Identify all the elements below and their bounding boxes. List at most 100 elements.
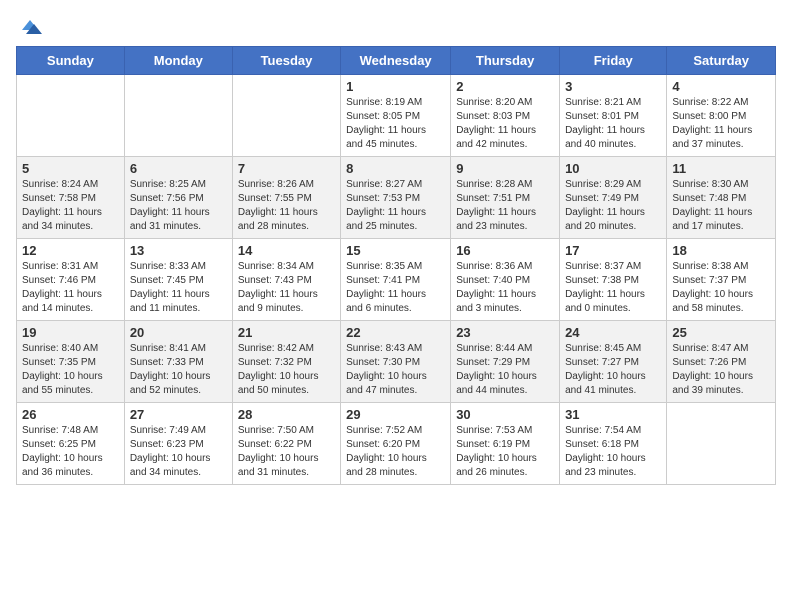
day-number: 15 — [346, 243, 445, 258]
weekday-header-row: SundayMondayTuesdayWednesdayThursdayFrid… — [17, 47, 776, 75]
day-number: 3 — [565, 79, 661, 94]
day-number: 27 — [130, 407, 227, 422]
day-info: Sunrise: 8:42 AMSunset: 7:32 PMDaylight:… — [238, 342, 335, 398]
logo — [16, 16, 48, 38]
day-info: Sunrise: 8:33 AMSunset: 7:45 PMDaylight:… — [130, 260, 227, 316]
day-info: Sunrise: 8:19 AMSunset: 8:05 PMDaylight:… — [346, 96, 445, 152]
calendar-cell: 31 Sunrise: 7:54 AMSunset: 6:18 PMDayligh… — [560, 403, 667, 485]
calendar-cell: 22 Sunrise: 8:43 AMSunset: 7:30 PMDayligh… — [341, 321, 451, 403]
day-info: Sunrise: 8:41 AMSunset: 7:33 PMDaylight:… — [130, 342, 227, 398]
calendar-cell: 23 Sunrise: 8:44 AMSunset: 7:29 PMDayligh… — [451, 321, 560, 403]
day-number: 29 — [346, 407, 445, 422]
day-number: 10 — [565, 161, 661, 176]
calendar-cell: 13 Sunrise: 8:33 AMSunset: 7:45 PMDayligh… — [124, 239, 232, 321]
calendar-cell: 25Sunrise: 8:47 AMSunset: 7:26 PMDayligh… — [667, 321, 776, 403]
day-info: Sunrise: 7:54 AMSunset: 6:18 PMDaylight:… — [565, 424, 661, 480]
logo-icon — [16, 16, 44, 38]
day-info: Sunrise: 8:44 AMSunset: 7:29 PMDaylight:… — [456, 342, 554, 398]
calendar-cell: 30 Sunrise: 7:53 AMSunset: 6:19 PMDayligh… — [451, 403, 560, 485]
day-info: Sunrise: 8:40 AMSunset: 7:35 PMDaylight:… — [22, 342, 119, 398]
day-number: 11 — [672, 161, 770, 176]
calendar-cell — [232, 75, 340, 157]
day-number: 16 — [456, 243, 554, 258]
calendar-cell: 6Sunrise: 8:25 AMSunset: 7:56 PMDaylight… — [124, 157, 232, 239]
calendar-week-2: 5Sunrise: 8:24 AMSunset: 7:58 PMDaylight… — [17, 157, 776, 239]
weekday-header-monday: Monday — [124, 47, 232, 75]
day-info: Sunrise: 7:49 AMSunset: 6:23 PMDaylight:… — [130, 424, 227, 480]
calendar-cell: 10 Sunrise: 8:29 AMSunset: 7:49 PMDayligh… — [560, 157, 667, 239]
day-number: 17 — [565, 243, 661, 258]
calendar-cell: 20 Sunrise: 8:41 AMSunset: 7:33 PMDayligh… — [124, 321, 232, 403]
day-number: 20 — [130, 325, 227, 340]
calendar-cell: 14 Sunrise: 8:34 AMSunset: 7:43 PMDayligh… — [232, 239, 340, 321]
calendar-week-4: 19 Sunrise: 8:40 AMSunset: 7:35 PMDayligh… — [17, 321, 776, 403]
day-info: Sunrise: 8:38 AMSunset: 7:37 PMDaylight:… — [672, 260, 770, 316]
calendar: SundayMondayTuesdayWednesdayThursdayFrid… — [16, 46, 776, 485]
day-info: Sunrise: 8:29 AMSunset: 7:49 PMDaylight:… — [565, 178, 661, 234]
calendar-cell: 21 Sunrise: 8:42 AMSunset: 7:32 PMDayligh… — [232, 321, 340, 403]
weekday-header-sunday: Sunday — [17, 47, 125, 75]
calendar-cell: 5Sunrise: 8:24 AMSunset: 7:58 PMDaylight… — [17, 157, 125, 239]
calendar-week-1: 1 Sunrise: 8:19 AMSunset: 8:05 PMDaylight… — [17, 75, 776, 157]
calendar-cell: 17Sunrise: 8:37 AMSunset: 7:38 PMDayligh… — [560, 239, 667, 321]
day-number: 2 — [456, 79, 554, 94]
day-number: 23 — [456, 325, 554, 340]
day-info: Sunrise: 8:34 AMSunset: 7:43 PMDaylight:… — [238, 260, 335, 316]
day-number: 24 — [565, 325, 661, 340]
day-number: 8 — [346, 161, 445, 176]
day-number: 14 — [238, 243, 335, 258]
day-info: Sunrise: 8:31 AMSunset: 7:46 PMDaylight:… — [22, 260, 119, 316]
header — [16, 16, 776, 38]
calendar-cell: 11 Sunrise: 8:30 AMSunset: 7:48 PMDayligh… — [667, 157, 776, 239]
calendar-cell — [17, 75, 125, 157]
weekday-header-saturday: Saturday — [667, 47, 776, 75]
day-number: 22 — [346, 325, 445, 340]
day-number: 4 — [672, 79, 770, 94]
day-info: Sunrise: 8:27 AMSunset: 7:53 PMDaylight:… — [346, 178, 445, 234]
calendar-cell — [667, 403, 776, 485]
day-info: Sunrise: 7:52 AMSunset: 6:20 PMDaylight:… — [346, 424, 445, 480]
day-number: 7 — [238, 161, 335, 176]
day-info: Sunrise: 8:28 AMSunset: 7:51 PMDaylight:… — [456, 178, 554, 234]
day-info: Sunrise: 7:50 AMSunset: 6:22 PMDaylight:… — [238, 424, 335, 480]
calendar-cell: 1 Sunrise: 8:19 AMSunset: 8:05 PMDaylight… — [341, 75, 451, 157]
calendar-cell: 26 Sunrise: 7:48 AMSunset: 6:25 PMDayligh… — [17, 403, 125, 485]
calendar-cell: 18 Sunrise: 8:38 AMSunset: 7:37 PMDayligh… — [667, 239, 776, 321]
day-number: 12 — [22, 243, 119, 258]
day-number: 6 — [130, 161, 227, 176]
weekday-header-tuesday: Tuesday — [232, 47, 340, 75]
weekday-header-wednesday: Wednesday — [341, 47, 451, 75]
day-number: 13 — [130, 243, 227, 258]
calendar-cell: 24 Sunrise: 8:45 AMSunset: 7:27 PMDayligh… — [560, 321, 667, 403]
day-info: Sunrise: 8:47 AMSunset: 7:26 PMDaylight:… — [672, 342, 770, 398]
day-number: 19 — [22, 325, 119, 340]
day-info: Sunrise: 8:21 AMSunset: 8:01 PMDaylight:… — [565, 96, 661, 152]
day-number: 26 — [22, 407, 119, 422]
day-info: Sunrise: 8:30 AMSunset: 7:48 PMDaylight:… — [672, 178, 770, 234]
day-info: Sunrise: 7:53 AMSunset: 6:19 PMDaylight:… — [456, 424, 554, 480]
calendar-cell: 15 Sunrise: 8:35 AMSunset: 7:41 PMDayligh… — [341, 239, 451, 321]
weekday-header-thursday: Thursday — [451, 47, 560, 75]
calendar-cell: 4Sunrise: 8:22 AMSunset: 8:00 PMDaylight… — [667, 75, 776, 157]
day-info: Sunrise: 8:20 AMSunset: 8:03 PMDaylight:… — [456, 96, 554, 152]
day-number: 1 — [346, 79, 445, 94]
calendar-cell: 7Sunrise: 8:26 AMSunset: 7:55 PMDaylight… — [232, 157, 340, 239]
calendar-cell: 27 Sunrise: 7:49 AMSunset: 6:23 PMDayligh… — [124, 403, 232, 485]
day-info: Sunrise: 8:43 AMSunset: 7:30 PMDaylight:… — [346, 342, 445, 398]
calendar-cell: 28 Sunrise: 7:50 AMSunset: 6:22 PMDayligh… — [232, 403, 340, 485]
day-number: 28 — [238, 407, 335, 422]
calendar-week-3: 12 Sunrise: 8:31 AMSunset: 7:46 PMDayligh… — [17, 239, 776, 321]
day-number: 18 — [672, 243, 770, 258]
calendar-week-5: 26 Sunrise: 7:48 AMSunset: 6:25 PMDayligh… — [17, 403, 776, 485]
day-number: 30 — [456, 407, 554, 422]
day-info: Sunrise: 7:48 AMSunset: 6:25 PMDaylight:… — [22, 424, 119, 480]
day-info: Sunrise: 8:45 AMSunset: 7:27 PMDaylight:… — [565, 342, 661, 398]
calendar-cell: 3 Sunrise: 8:21 AMSunset: 8:01 PMDaylight… — [560, 75, 667, 157]
day-info: Sunrise: 8:24 AMSunset: 7:58 PMDaylight:… — [22, 178, 119, 234]
day-number: 21 — [238, 325, 335, 340]
calendar-cell — [124, 75, 232, 157]
day-number: 9 — [456, 161, 554, 176]
day-info: Sunrise: 8:35 AMSunset: 7:41 PMDaylight:… — [346, 260, 445, 316]
calendar-cell: 8 Sunrise: 8:27 AMSunset: 7:53 PMDaylight… — [341, 157, 451, 239]
day-number: 31 — [565, 407, 661, 422]
